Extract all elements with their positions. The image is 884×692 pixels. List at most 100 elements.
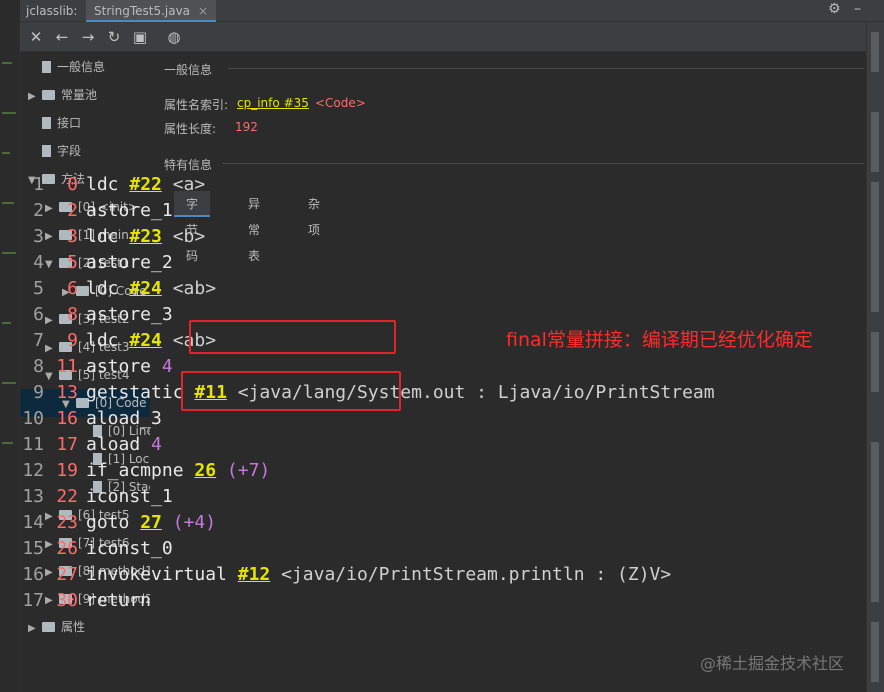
line-number: 16	[22, 564, 44, 585]
highlight-box-ldc-1	[189, 320, 396, 354]
tree-node[interactable]: ▶ 常量池	[20, 81, 150, 109]
operand: 4	[161, 356, 173, 377]
jclasslib-toolbar: ✕ ← → ↻ ▣ ◍	[20, 22, 866, 52]
bytecode-offset: 16	[56, 408, 78, 429]
bytecode-row: 14 23 goto 27 (+4)	[20, 510, 216, 536]
bytecode-row: 12 19 if_acmpne 26 (+7)	[20, 458, 270, 484]
right-tool-strip	[866, 22, 884, 692]
constant-ref-link[interactable]: #12	[238, 564, 271, 585]
constant-ref-link[interactable]: #23	[129, 226, 162, 247]
constant-comment: <b>	[172, 226, 206, 247]
opcode: return	[86, 590, 152, 611]
line-number: 6	[33, 304, 44, 325]
tree-node-label: 属性	[61, 620, 86, 634]
opcode: astore_2	[86, 252, 173, 273]
constant-comment: <ab>	[172, 278, 217, 299]
opcode: ldc	[86, 174, 119, 195]
name-index-tag: <Code>	[315, 96, 366, 110]
opcode: iconst_0	[86, 538, 173, 559]
line-number: 4	[33, 252, 44, 273]
bytecode-row: 6 8 astore_3	[20, 302, 173, 328]
bytecode-offset: 2	[67, 200, 78, 221]
bytecode-offset: 11	[56, 356, 78, 377]
length-label: 属性长度:	[164, 122, 217, 136]
constant-ref-link[interactable]: #24	[129, 330, 162, 351]
tree-node[interactable]: 字段	[20, 137, 150, 165]
bytecode-row: 5 6 ldc #24 <ab>	[20, 276, 216, 302]
bytecode-offset: 3	[67, 226, 78, 247]
operand: (+7)	[226, 460, 271, 481]
folder-icon	[42, 622, 55, 632]
line-number: 9	[33, 382, 44, 403]
operand: (+4)	[172, 512, 217, 533]
back-arrow-icon[interactable]: ←	[52, 27, 72, 47]
tab-string-test5[interactable]: StringTest5.java ×	[86, 0, 217, 22]
save-icon[interactable]: ▣	[130, 27, 150, 47]
bytecode-row: 4 5 astore_2	[20, 250, 173, 276]
bytecode-offset: 8	[67, 304, 78, 325]
name-index-label: 属性名索引:	[164, 98, 229, 112]
tree-node[interactable]: ▶ 属性	[20, 613, 150, 641]
editor-gutter	[0, 22, 20, 692]
opcode: ldc	[86, 278, 119, 299]
gear-icon[interactable]: ⚙	[828, 1, 841, 17]
bytecode-offset: 23	[56, 512, 78, 533]
tab-jclasslib[interactable]: jclasslib:	[26, 0, 77, 22]
opcode: ldc	[86, 330, 119, 351]
editor-tab-bar: jclasslib: StringTest5.java × ⚙ –	[20, 0, 884, 22]
bytecode-row: 15 26 iconst_0	[20, 536, 173, 562]
bytecode-offset: 26	[56, 538, 78, 559]
opcode: invokevirtual	[86, 564, 227, 585]
bytecode-offset: 9	[67, 330, 78, 351]
bytecode-row: 2 2 astore_1	[20, 198, 173, 224]
tab-misc[interactable]: 杂项	[296, 191, 332, 237]
chevron-right-icon[interactable]: ▶	[28, 615, 42, 643]
bytecode-row: 16 27 invokevirtual #12 <java/io/PrintStre…	[20, 562, 671, 588]
line-number: 8	[33, 356, 44, 377]
forward-arrow-icon[interactable]: →	[78, 27, 98, 47]
close-icon[interactable]: ×	[198, 4, 208, 18]
constant-ref-link[interactable]: #22	[129, 174, 162, 195]
constant-comment: <java/io/PrintStream.println : (Z)V>	[281, 564, 672, 585]
tree-node-label: 一般信息	[57, 60, 106, 74]
constant-ref-link[interactable]: #24	[129, 278, 162, 299]
opcode: astore_1	[86, 200, 173, 221]
bytecode-offset: 19	[56, 460, 78, 481]
tree-node[interactable]: 接口	[20, 109, 150, 137]
constant-ref-link[interactable]: 27	[140, 512, 162, 533]
bytecode-row: 8 11 astore 4	[20, 354, 173, 380]
specific-info-title: 特有信息	[164, 158, 213, 172]
tree-node[interactable]: 一般信息	[20, 53, 150, 81]
tree-node-label: 接口	[57, 116, 82, 130]
tree-node-label: 字段	[57, 144, 82, 158]
globe-icon[interactable]: ◍	[164, 27, 184, 47]
refresh-icon[interactable]: ↻	[104, 27, 124, 47]
close-icon[interactable]: ✕	[26, 27, 46, 47]
line-number: 7	[33, 330, 44, 351]
opcode: astore_3	[86, 304, 173, 325]
line-number: 5	[33, 278, 44, 299]
annotation-text: final常量拼接：编译期已经优化确定	[506, 329, 813, 351]
line-number: 3	[33, 226, 44, 247]
tab-exception-table[interactable]: 异常表	[236, 191, 272, 263]
name-index-link[interactable]: cp_info #35	[237, 96, 309, 110]
constant-ref-link[interactable]: 26	[194, 460, 216, 481]
bytecode-row: 7 9 ldc #24 <ab>	[20, 328, 216, 354]
line-number: 17	[22, 590, 44, 611]
chevron-right-icon[interactable]: ▶	[28, 83, 42, 111]
line-number: 15	[22, 538, 44, 559]
tree-node-label: 常量池	[61, 88, 98, 102]
minimize-icon[interactable]: –	[854, 1, 861, 17]
line-number: 13	[22, 486, 44, 507]
bytecode-row: 3 3 ldc #23 <b>	[20, 224, 205, 250]
watermark: @稀土掘金技术社区	[700, 654, 845, 673]
line-number: 12	[22, 460, 44, 481]
line-number: 1	[33, 174, 44, 195]
bytecode-offset: 6	[67, 278, 78, 299]
line-number: 10	[22, 408, 44, 429]
opcode: aload	[86, 434, 141, 455]
opcode: if_acmpne	[86, 460, 184, 481]
opcode: ldc	[86, 226, 119, 247]
bytecode-row: 17 30 return	[20, 588, 151, 614]
bytecode-row: 11 17 aload 4	[20, 432, 162, 458]
